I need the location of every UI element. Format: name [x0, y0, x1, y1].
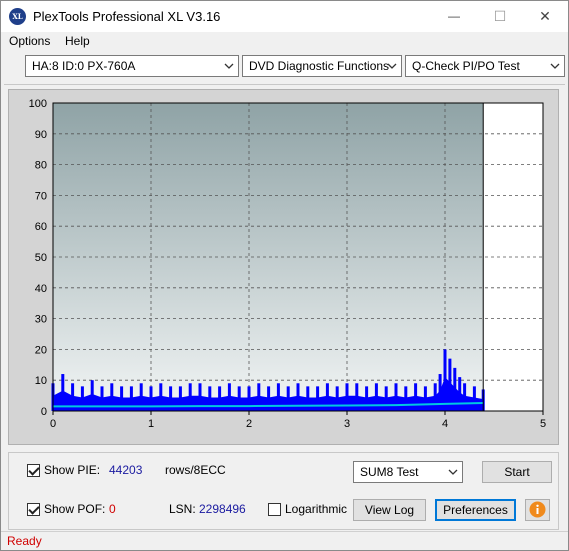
view-log-button[interactable]: View Log — [353, 499, 426, 521]
start-button[interactable]: Start — [482, 461, 552, 483]
y-tick-label: 80 — [35, 160, 47, 172]
title-bar: XL PlexTools Professional XL V3.16 — ☐ ✕ — [1, 1, 568, 32]
pie-bar — [404, 386, 408, 411]
status-bar: Ready — [1, 531, 568, 550]
info-icon — [529, 501, 546, 518]
function-select-value: DVD Diagnostic Functions — [249, 59, 390, 73]
pie-bar — [218, 386, 222, 411]
pie-bar — [472, 386, 476, 411]
x-tick-label: 2 — [246, 418, 252, 430]
pie-bar — [423, 386, 427, 411]
drive-select[interactable]: HA:8 ID:0 PX-760A — [25, 55, 239, 77]
show-pie-checkbox[interactable] — [27, 464, 40, 477]
pie-bar — [316, 386, 320, 411]
y-tick-label: 60 — [35, 221, 47, 233]
pie-bar — [208, 386, 212, 411]
pie-bar — [178, 386, 182, 411]
show-pof-checkbox[interactable] — [27, 503, 40, 516]
window-title: PlexTools Professional XL V3.16 — [33, 9, 221, 24]
y-tick-label: 10 — [35, 375, 47, 387]
pie-bar — [237, 386, 241, 411]
y-axis-ticks: 0 10 20 30 40 50 60 70 80 90 100 — [29, 98, 47, 418]
sum-test-select[interactable]: SUM8 Test — [353, 461, 463, 483]
y-tick-label: 70 — [35, 190, 47, 202]
chart-panel: 0 10 20 30 40 50 60 70 80 90 100 0 1 2 3 4 5 — [8, 89, 559, 445]
pi-po-chart: 0 10 20 30 40 50 60 70 80 90 100 0 1 2 3 4 5 — [29, 98, 546, 430]
maximize-button[interactable]: ☐ — [477, 1, 523, 32]
x-axis-ticks: 0 1 2 3 4 5 — [50, 411, 546, 430]
pie-bar — [306, 386, 310, 411]
drive-select-value: HA:8 ID:0 PX-760A — [32, 59, 136, 73]
chevron-down-icon — [448, 469, 458, 475]
pie-bar — [365, 386, 369, 411]
y-tick-label: 50 — [35, 252, 47, 264]
pie-bar — [463, 383, 467, 411]
y-tick-label: 0 — [41, 406, 47, 418]
pie-bar — [438, 374, 442, 411]
y-tick-label: 30 — [35, 314, 47, 326]
logarithmic-checkbox[interactable] — [268, 503, 281, 516]
x-tick-label: 0 — [50, 418, 56, 430]
chevron-down-icon — [224, 63, 234, 69]
pie-bar — [355, 383, 359, 411]
pie-bar — [286, 386, 290, 411]
pie-bar — [335, 386, 339, 411]
preferences-button[interactable]: Preferences — [435, 499, 516, 521]
test-select-value: Q-Check PI/PO Test — [412, 59, 520, 73]
x-tick-label: 4 — [442, 418, 448, 430]
pie-bar — [345, 383, 349, 411]
status-text: Ready — [7, 534, 42, 548]
pie-bar — [443, 349, 447, 411]
logarithmic-label: Logarithmic — [285, 502, 348, 516]
app-window: XL PlexTools Professional XL V3.16 — ☐ ✕… — [0, 0, 569, 551]
close-button[interactable]: ✕ — [522, 1, 568, 32]
show-pie-label: Show PIE: — [44, 463, 101, 477]
toolbar-separator — [4, 84, 565, 85]
rows-unit-label: rows/8ECC — [165, 463, 226, 477]
sum-test-value: SUM8 Test — [360, 465, 419, 479]
x-tick-label: 5 — [540, 418, 546, 430]
lsn-value: 2298496 — [199, 502, 246, 516]
chevron-down-icon — [387, 63, 397, 69]
pie-bar — [296, 383, 300, 411]
pie-bar — [169, 386, 173, 411]
pie-bar — [433, 383, 437, 411]
pie-bar — [325, 383, 329, 411]
x-tick-label: 1 — [148, 418, 154, 430]
y-tick-label: 40 — [35, 283, 47, 295]
function-select[interactable]: DVD Diagnostic Functions — [242, 55, 402, 77]
pie-bar — [374, 383, 378, 411]
y-tick-label: 100 — [29, 98, 47, 110]
minimize-button[interactable]: — — [431, 1, 477, 32]
pie-bar — [384, 386, 388, 411]
menu-options[interactable]: Options — [9, 34, 50, 48]
chevron-down-icon — [550, 63, 560, 69]
lsn-label: LSN: — [169, 502, 196, 516]
pof-total-value: 0 — [109, 502, 116, 516]
controls-panel: Show PIE: 44203 rows/8ECC SUM8 Test Star… — [8, 452, 559, 530]
y-tick-label: 20 — [35, 344, 47, 356]
show-pof-label: Show POF: — [44, 502, 106, 516]
pie-total-value: 44203 — [109, 463, 143, 477]
x-tick-label: 3 — [344, 418, 350, 430]
pie-bar — [247, 386, 251, 411]
y-tick-label: 90 — [35, 129, 47, 141]
test-select[interactable]: Q-Check PI/PO Test — [405, 55, 565, 77]
menu-bar: Options Help — [1, 32, 568, 52]
pie-bar — [458, 377, 462, 411]
pie-bar — [394, 383, 398, 411]
pie-bar — [267, 386, 271, 411]
pie-bar — [414, 383, 418, 411]
app-logo-icon: XL — [9, 8, 26, 25]
info-button[interactable] — [525, 499, 550, 521]
menu-help[interactable]: Help — [65, 34, 90, 48]
